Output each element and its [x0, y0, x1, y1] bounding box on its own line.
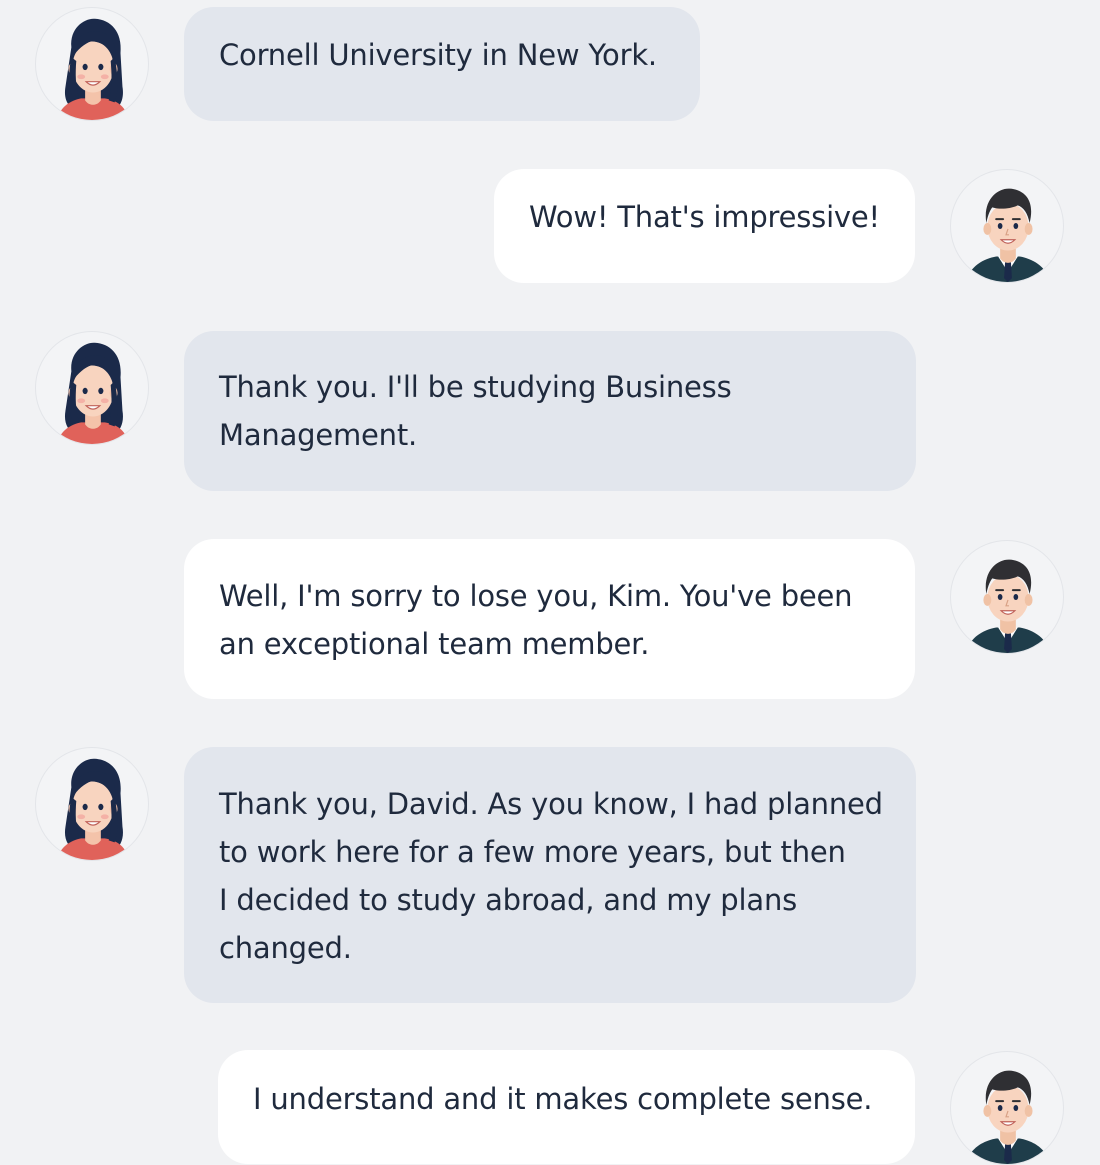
message-bubble-5[interactable]: Thank you, David. As you know, I had pla…: [184, 747, 916, 1003]
woman-avatar-icon[interactable]: [35, 331, 149, 445]
message-bubble-2[interactable]: Wow! That's impressive!: [494, 169, 915, 283]
man-avatar-icon[interactable]: [950, 169, 1064, 283]
message-text-line: I decided to study abroad, and my plans: [219, 883, 798, 917]
message-text-line: Cornell University in New York.: [219, 38, 657, 72]
message-text-line: an exceptional team member.: [219, 627, 650, 661]
message-text-line: Well, I'm sorry to lose you, Kim. You've…: [219, 579, 853, 613]
message-text-line: Wow! That's impressive!: [529, 200, 880, 234]
message-row-1: Cornell University in New York.: [0, 0, 1100, 130]
message-row-4: Well, I'm sorry to lose you, Kim. You've…: [0, 539, 1100, 699]
message-text-line: Management.: [219, 418, 418, 452]
message-text-line: I understand and it makes complete sense…: [253, 1082, 873, 1116]
message-text-line: to work here for a few more years, but t…: [219, 835, 846, 869]
message-row-6: I understand and it makes complete sense…: [0, 1050, 1100, 1165]
message-text-line: changed.: [219, 931, 352, 965]
message-bubble-6[interactable]: I understand and it makes complete sense…: [218, 1050, 915, 1164]
message-row-2: Wow! That's impressive!: [0, 169, 1100, 283]
woman-avatar-icon[interactable]: [35, 747, 149, 861]
message-row-3: Thank you. I'll be studying Business Man…: [0, 331, 1100, 491]
man-avatar-icon[interactable]: [950, 540, 1064, 654]
message-bubble-4[interactable]: Well, I'm sorry to lose you, Kim. You've…: [184, 539, 915, 699]
woman-avatar-icon[interactable]: [35, 7, 149, 121]
message-row-5: Thank you, David. As you know, I had pla…: [0, 747, 1100, 1003]
man-avatar-icon[interactable]: [950, 1051, 1064, 1165]
message-text-line: Thank you. I'll be studying Business: [219, 370, 732, 404]
message-bubble-1[interactable]: Cornell University in New York.: [184, 7, 700, 121]
message-bubble-3[interactable]: Thank you. I'll be studying Business Man…: [184, 331, 916, 491]
message-text-line: Thank you, David. As you know, I had pla…: [219, 787, 883, 821]
